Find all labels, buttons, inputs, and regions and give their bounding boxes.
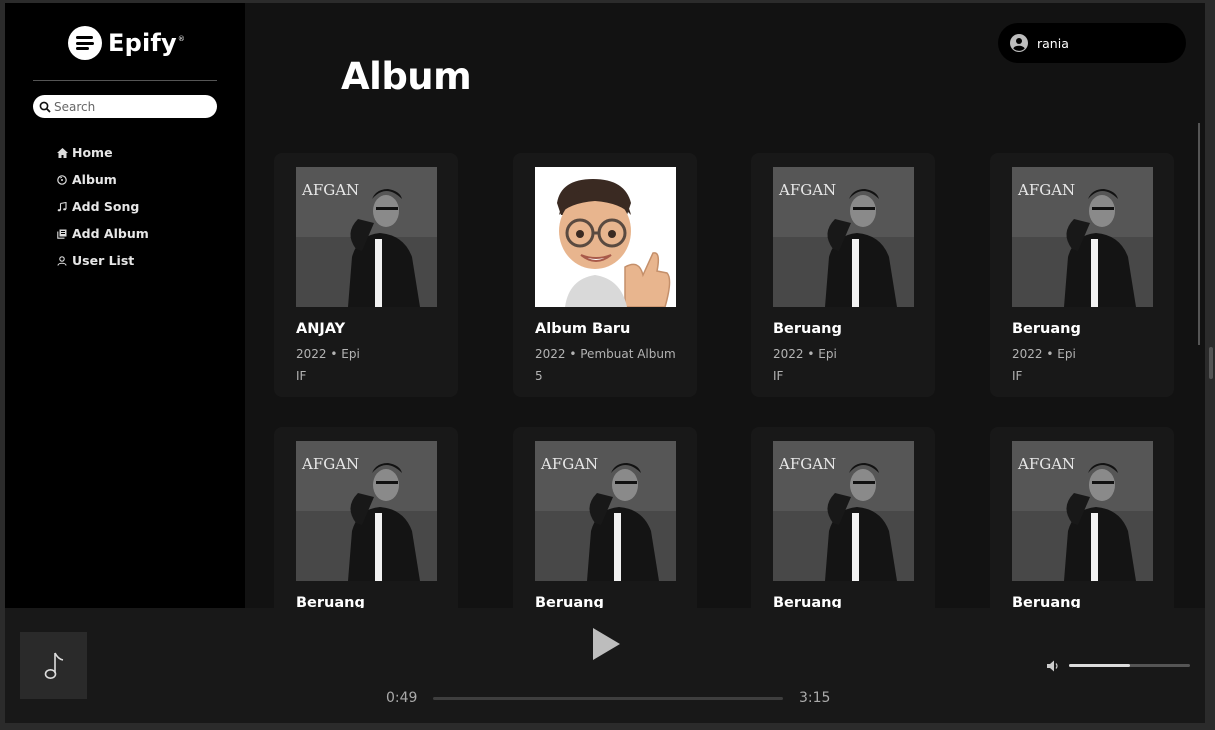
sidebar-item-label: Add Song bbox=[72, 199, 140, 214]
sidebar-item-add-song[interactable]: Add Song bbox=[55, 193, 149, 220]
cover-logo-text: AFGAN bbox=[540, 455, 598, 473]
logo-icon bbox=[68, 26, 102, 60]
sidebar-item-album[interactable]: Album bbox=[55, 166, 149, 193]
album-title: Beruang bbox=[1012, 321, 1081, 337]
sidebar-item-user-list[interactable]: User List bbox=[55, 247, 149, 274]
cover-logo-text: AFGAN bbox=[1017, 455, 1075, 473]
album-cover: AFGAN bbox=[1012, 441, 1153, 581]
album-extra: IF bbox=[773, 369, 784, 383]
add-album-icon bbox=[55, 229, 69, 239]
home-icon bbox=[55, 147, 69, 158]
album-cover: AFGAN bbox=[773, 441, 914, 581]
album-icon bbox=[55, 174, 69, 185]
player-bar: 0:49 3:15 bbox=[5, 608, 1205, 723]
volume-slider[interactable] bbox=[1069, 664, 1190, 667]
sidebar-item-label: Home bbox=[72, 145, 113, 160]
album-title: Beruang bbox=[535, 595, 604, 608]
afgan-photo: AFGAN bbox=[1012, 167, 1153, 307]
music-note-icon bbox=[55, 201, 69, 212]
window-resize-handle[interactable] bbox=[1209, 347, 1213, 379]
sidebar-nav: Home Album Add Song Add Album User List bbox=[55, 139, 149, 274]
volume-fill bbox=[1069, 664, 1130, 667]
sidebar-item-label: Add Album bbox=[72, 226, 149, 241]
album-card[interactable]: Album Baru 2022 • Pembuat Album 5 bbox=[513, 153, 697, 397]
cover-logo-text: AFGAN bbox=[1017, 181, 1075, 199]
user-icon bbox=[55, 255, 69, 266]
album-cover: AFGAN bbox=[535, 441, 676, 581]
logo[interactable]: Epify® bbox=[68, 26, 185, 60]
volume-icon[interactable] bbox=[1046, 659, 1060, 673]
current-time: 0:49 bbox=[386, 690, 418, 706]
cover-logo-text: AFGAN bbox=[301, 181, 359, 199]
album-cover: AFGAN bbox=[773, 167, 914, 307]
album-title: Beruang bbox=[296, 595, 365, 608]
afgan-photo: AFGAN bbox=[773, 167, 914, 307]
sidebar-item-label: Album bbox=[72, 172, 117, 187]
search-box[interactable] bbox=[33, 95, 217, 118]
afgan-photo: AFGAN bbox=[296, 441, 437, 581]
progress-bar[interactable] bbox=[433, 697, 783, 700]
app-window: Epify® Home Album bbox=[5, 3, 1205, 723]
play-icon[interactable] bbox=[591, 627, 621, 661]
album-card[interactable]: AFGAN Beruang 2022 • Epi IF bbox=[990, 153, 1174, 397]
album-cover bbox=[535, 167, 676, 307]
album-meta: 2022 • Epi bbox=[1012, 347, 1076, 361]
sidebar-item-add-album[interactable]: Add Album bbox=[55, 220, 149, 247]
album-extra: 5 bbox=[535, 369, 543, 383]
album-title: Beruang bbox=[773, 321, 842, 337]
username: rania bbox=[1037, 35, 1069, 51]
afgan-photo: AFGAN bbox=[296, 167, 437, 307]
sidebar-item-home[interactable]: Home bbox=[55, 139, 149, 166]
afgan-photo: AFGAN bbox=[535, 441, 676, 581]
album-cover: AFGAN bbox=[296, 441, 437, 581]
album-card[interactable]: AFGAN Beruang bbox=[513, 427, 697, 608]
duration: 3:15 bbox=[799, 690, 831, 706]
sidebar: Epify® Home Album bbox=[5, 3, 245, 608]
search-input[interactable] bbox=[54, 99, 204, 114]
search-icon bbox=[39, 101, 51, 113]
music-note-icon bbox=[44, 652, 63, 679]
album-meta: 2022 • Epi bbox=[296, 347, 360, 361]
afgan-photo: AFGAN bbox=[1012, 441, 1153, 581]
user-menu-button[interactable]: rania bbox=[998, 23, 1186, 63]
afgan-photo: AFGAN bbox=[773, 441, 914, 581]
cover-logo-text: AFGAN bbox=[778, 455, 836, 473]
album-meta: 2022 • Pembuat Album bbox=[535, 347, 676, 361]
user-avatar-icon bbox=[1010, 34, 1028, 52]
cover-logo-text: AFGAN bbox=[301, 455, 359, 473]
now-playing-artwork bbox=[20, 632, 87, 699]
album-card[interactable]: AFGAN Beruang bbox=[990, 427, 1174, 608]
album-title: Album Baru bbox=[535, 321, 631, 337]
album-card[interactable]: AFGAN Beruang 2022 • Epi IF bbox=[751, 153, 935, 397]
album-card[interactable]: AFGAN Beruang bbox=[751, 427, 935, 608]
logo-text: Epify® bbox=[108, 29, 186, 57]
album-title: Beruang bbox=[773, 595, 842, 608]
album-card[interactable]: AFGAN ANJAY 2022 • Epi IF bbox=[274, 153, 458, 397]
scrollbar[interactable] bbox=[1198, 123, 1200, 345]
memoji-thumbs-up bbox=[535, 167, 676, 307]
sidebar-item-label: User List bbox=[72, 253, 135, 268]
album-extra: IF bbox=[1012, 369, 1023, 383]
cover-logo-text: AFGAN bbox=[778, 181, 836, 199]
album-cover: AFGAN bbox=[1012, 167, 1153, 307]
album-grid: AFGAN ANJAY 2022 • Epi IF Album Baru 202… bbox=[274, 153, 1194, 608]
album-card[interactable]: AFGAN Beruang bbox=[274, 427, 458, 608]
album-title: ANJAY bbox=[296, 321, 346, 337]
album-meta: 2022 • Epi bbox=[773, 347, 837, 361]
album-extra: IF bbox=[296, 369, 307, 383]
album-title: Beruang bbox=[1012, 595, 1081, 608]
sidebar-divider bbox=[33, 80, 217, 81]
album-cover: AFGAN bbox=[296, 167, 437, 307]
page-title: Album bbox=[341, 55, 472, 98]
